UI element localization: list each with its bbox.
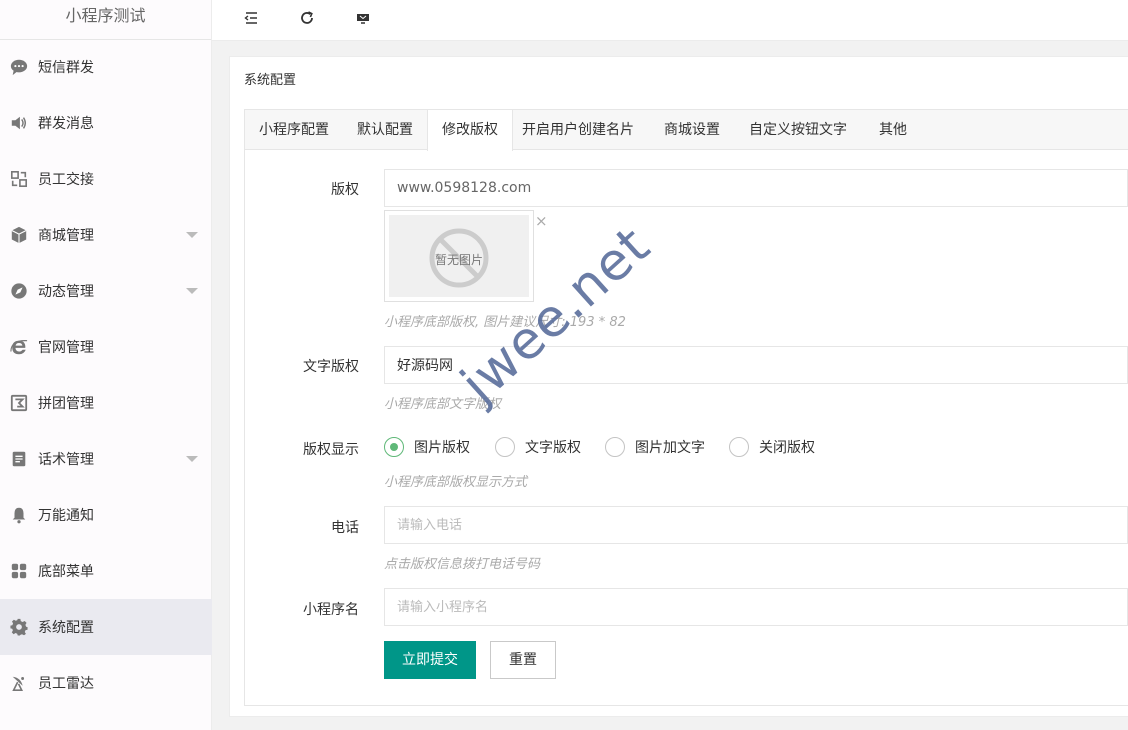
page-title: 系统配置	[244, 73, 297, 88]
copyright-label: 版权	[331, 182, 359, 198]
monitor-icon[interactable]	[351, 8, 375, 28]
sidebar-item-label: 员工交接	[38, 172, 94, 188]
submit-button[interactable]: 立即提交	[384, 641, 476, 679]
sidebar-item-mall[interactable]: 商城管理	[0, 207, 212, 263]
chevron-down-icon	[186, 456, 198, 462]
tab-mini-program-config[interactable]: 小程序配置	[245, 110, 343, 150]
tab-edit-copyright[interactable]: 修改版权	[427, 110, 513, 151]
sidebar-item-group-buy[interactable]: 拼团管理	[0, 375, 212, 431]
sidebar-item-bottom-menu[interactable]: 底部菜单	[0, 543, 212, 599]
sidebar-item-label: 系统配置	[38, 620, 94, 636]
app-name-label: 小程序名	[303, 602, 359, 618]
display-hint: 小程序底部版权显示方式	[384, 475, 528, 490]
sidebar-item-scripts[interactable]: 话术管理	[0, 431, 212, 487]
sidebar-item-system-config[interactable]: 系统配置	[0, 599, 212, 655]
sidebar-item-label: 短信群发	[38, 60, 94, 76]
radio-image-copyright[interactable]: 图片版权	[384, 437, 470, 457]
sidebar-item-label: 动态管理	[38, 284, 94, 300]
group-icon	[9, 393, 29, 413]
grid-icon	[9, 561, 29, 581]
radio-close-copyright[interactable]: 关闭版权	[729, 437, 815, 457]
tab-default-config[interactable]: 默认配置	[343, 110, 427, 150]
sidebar-item-label: 员工雷达	[38, 676, 94, 692]
radio-unchecked-icon	[495, 437, 515, 457]
speaker-icon	[9, 113, 29, 133]
sidebar-item-notify[interactable]: 万能通知	[0, 487, 212, 543]
chat-bubble-icon	[9, 57, 29, 77]
radio-unchecked-icon	[729, 437, 749, 457]
satellite-dish-icon	[9, 673, 29, 693]
sidebar-item-handover[interactable]: 员工交接	[0, 151, 212, 207]
sidebar-item-sms[interactable]: 短信群发	[0, 39, 212, 95]
tab-other[interactable]: 其他	[855, 110, 931, 150]
close-icon[interactable]: ×	[535, 212, 548, 230]
bell-icon	[9, 505, 29, 525]
app-name-input[interactable]	[384, 588, 1128, 626]
refresh-icon[interactable]	[295, 8, 319, 28]
radio-checked-icon	[384, 437, 404, 457]
radio-label: 文字版权	[525, 440, 581, 456]
gear-icon	[9, 617, 29, 637]
ie-browser-icon	[9, 337, 29, 357]
app-title: 小程序测试	[0, 0, 211, 40]
phone-input[interactable]	[384, 506, 1128, 544]
text-copyright-label: 文字版权	[303, 359, 359, 375]
sidebar-item-label: 万能通知	[38, 508, 94, 524]
sidebar-item-website[interactable]: 官网管理	[0, 319, 212, 375]
sidebar: 小程序测试 短信群发 群发消息 员工交接 商城管理 动态管理 官网管理 拼团管理…	[0, 0, 212, 730]
sidebar-item-label: 群发消息	[38, 116, 94, 132]
display-label: 版权显示	[303, 442, 359, 458]
cube-icon	[9, 225, 29, 245]
chevron-down-icon	[186, 232, 198, 238]
sidebar-item-label: 官网管理	[38, 340, 94, 356]
image-placeholder: 暂无图片	[389, 215, 529, 297]
reset-button[interactable]: 重置	[490, 641, 556, 679]
phone-hint: 点击版权信息拨打电话号码	[384, 557, 541, 572]
radio-image-and-text[interactable]: 图片加文字	[605, 437, 705, 457]
phone-label: 电话	[331, 520, 359, 536]
copyright-image-upload[interactable]: 暂无图片	[384, 210, 534, 302]
radio-label: 图片版权	[414, 440, 470, 456]
document-icon	[9, 449, 29, 469]
radio-text-copyright[interactable]: 文字版权	[495, 437, 581, 457]
compass-icon	[9, 281, 29, 301]
sidebar-item-label: 拼团管理	[38, 396, 94, 412]
sidebar-item-broadcast[interactable]: 群发消息	[0, 95, 212, 151]
menu-collapse-icon[interactable]	[239, 8, 263, 28]
copyright-input[interactable]	[384, 169, 1128, 207]
tab-user-card[interactable]: 开启用户创建名片	[513, 110, 643, 150]
tab-bar: 小程序配置 默认配置 修改版权 开启用户创建名片 商城设置 自定义按钮文字 其他	[245, 110, 1128, 151]
sidebar-item-staff-radar[interactable]: 员工雷达	[0, 655, 212, 711]
chevron-down-icon	[186, 288, 198, 294]
radio-unchecked-icon	[605, 437, 625, 457]
sidebar-item-label: 商城管理	[38, 228, 94, 244]
radio-label: 关闭版权	[759, 440, 815, 456]
sidebar-item-feed[interactable]: 动态管理	[0, 263, 212, 319]
tab-mall-settings[interactable]: 商城设置	[643, 110, 741, 150]
radio-label: 图片加文字	[635, 440, 705, 456]
sidebar-item-label: 底部菜单	[38, 564, 94, 580]
sidebar-item-label: 话术管理	[38, 452, 94, 468]
no-image-text: 暂无图片	[434, 253, 483, 267]
tab-custom-button-text[interactable]: 自定义按钮文字	[741, 110, 855, 150]
top-toolbar	[212, 0, 1128, 41]
handover-icon	[9, 169, 29, 189]
